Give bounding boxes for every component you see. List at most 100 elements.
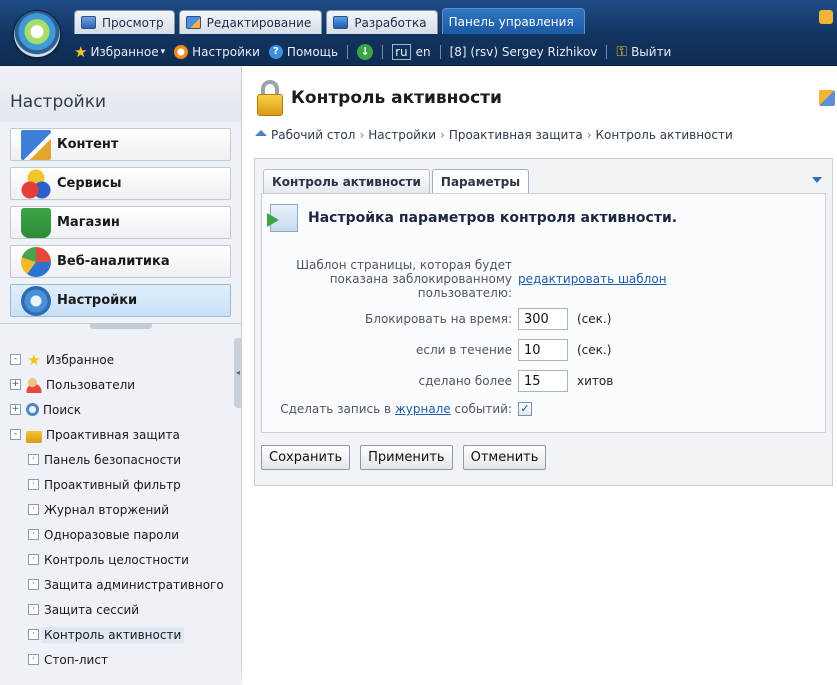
menu-content-label: Контент [57,137,119,152]
menu-shop-label: Магазин [57,215,120,230]
block-time-label: Блокировать на время: [365,312,512,326]
star-icon: ★ [74,42,88,61]
tree-item-session-protection[interactable]: · Защита сессий [10,597,241,622]
expand-icon[interactable]: + [10,379,21,390]
favorites-menu[interactable]: ★ Избранное ▾ [74,42,166,61]
log-label-post: событий: [454,402,512,416]
plug-icon[interactable] [819,10,833,24]
page-settings-icon[interactable] [819,90,835,106]
breadcrumb-proactive-protection[interactable]: Проактивная защита [449,128,583,142]
menu-analytics[interactable]: Веб-аналитика [10,245,231,278]
breadcrumb-separator: › [440,128,445,142]
logout-link[interactable]: ⚿ Выйти [616,44,671,60]
tab-edit-label: Редактирование [206,15,312,30]
breadcrumb: Рабочий стол › Настройки › Проактивная з… [255,128,733,142]
page-header: Контроль активности [257,80,502,116]
cancel-button[interactable]: Отменить [462,445,547,470]
leaf-icon: · [28,529,39,540]
user-name: [8] (rsv) Sergey Rizhikov [449,45,598,59]
collapse-icon[interactable]: - [10,354,21,365]
menu-shop[interactable]: Магазин [10,206,231,239]
tab-development[interactable]: Разработка [326,10,438,34]
tree-item-proactive-protection[interactable]: - Проактивная защита [10,422,241,447]
tree-item-activity-control[interactable]: · Контроль активности [10,622,241,647]
within-label: если в течение [415,343,512,357]
log-checkbox[interactable]: ✓ [518,402,532,416]
star-icon: ★ [27,350,41,369]
tree-item-intrusion-log[interactable]: · Журнал вторжений [10,497,241,522]
tree-item-security-panel[interactable]: · Панель безопасности [10,447,241,472]
tree-item-label: Панель безопасности [44,452,182,467]
logout-label: Выйти [631,45,672,59]
within-input[interactable] [518,339,568,361]
services-icon [21,168,51,199]
tab-parameters[interactable]: Параметры [431,169,530,194]
splitter-grip[interactable] [90,323,152,329]
tab-development-label: Разработка [354,15,427,30]
hits-label: сделано более [418,374,512,388]
tab-control-panel[interactable]: Панель управления [85,8,585,113]
menu-settings[interactable]: Настройки [10,284,231,317]
search-icon [26,403,39,416]
page-title: Контроль активности [291,88,502,108]
section-title: Настройка параметров контроля активности… [308,210,678,226]
settings-link[interactable]: Настройки [174,45,260,59]
leaf-icon: · [28,479,39,490]
collapse-icon[interactable]: - [10,429,21,440]
tree-item-label: Пользователи [46,377,136,392]
block-time-input[interactable] [518,308,568,330]
tree-item-proactive-filter[interactable]: · Проактивный фильтр [10,472,241,497]
lang-en[interactable]: en [416,45,431,59]
panel-tabs: Контроль активности Параметры [263,169,531,194]
settings-tree: - ★ Избранное + Пользователи + Поиск - П… [0,337,241,672]
user-profile-link[interactable]: [8] (rsv) Sergey Rizhikov [450,45,598,59]
save-button[interactable]: Сохранить [261,445,351,470]
lang-ru[interactable]: ru [392,44,411,60]
users-icon [26,376,42,393]
chevron-down-icon: ▾ [160,47,166,57]
tab-edit[interactable]: Редактирование [178,10,323,34]
sidebar-collapse-handle[interactable]: ◂ [234,338,242,408]
development-icon [333,16,349,29]
tree-item-one-time-passwords[interactable]: · Одноразовые пароли [10,522,241,547]
help-link[interactable]: ? Помощь [268,45,338,59]
gear-icon [174,45,189,59]
settings-panel: Контроль активности Параметры Настройка … [254,158,833,486]
tab-view[interactable]: Просмотр [74,10,175,34]
panel-collapse-icon[interactable] [812,177,822,183]
app-logo[interactable] [14,11,60,57]
edit-template-link[interactable]: редактировать шаблон [518,272,667,286]
expand-icon[interactable]: + [10,404,21,415]
breadcrumb-desktop[interactable]: Рабочий стол [271,128,355,142]
log-row: Сделать запись в журнале событий: ✓ [262,402,827,416]
breadcrumb-settings[interactable]: Настройки [368,128,436,142]
sidebar-splitter[interactable] [0,323,241,335]
log-label: Сделать запись в журнале событий: [262,402,518,416]
event-log-link[interactable]: журнале [395,402,451,416]
hits-input[interactable] [518,370,568,392]
tree-item-favorites[interactable]: - ★ Избранное [10,347,241,372]
block-time-unit: (сек.) [577,312,612,326]
menu-content[interactable]: Контент [10,128,231,161]
tree-item-label: Защита административного [44,577,224,592]
sidebar: Настройки Контент Сервисы Магазин Веб-ан… [0,66,242,685]
template-row: Шаблон страницы, которая будет показана … [262,258,827,300]
tree-item-integrity-control[interactable]: · Контроль целостности [10,547,241,572]
tree-item-search[interactable]: + Поиск [10,397,241,422]
menu-services[interactable]: Сервисы [10,167,231,200]
tab-control-panel-label: Панель управления [448,14,574,29]
sidebar-title: Настройки [0,66,241,122]
tree-item-admin-protection[interactable]: · Защита административного [10,572,241,597]
tab-view-label: Просмотр [102,15,164,30]
update-button[interactable]: ↓ [357,44,374,60]
apply-button[interactable]: Применить [360,445,453,470]
pie-chart-icon [21,246,51,277]
tab-activity-control[interactable]: Контроль активности [263,169,430,193]
tree-item-users[interactable]: + Пользователи [10,372,241,397]
monitor-icon [81,16,96,29]
within-unit: (сек.) [577,343,612,357]
leaf-icon: · [28,504,39,515]
admin-toolbar: ★ Избранное ▾ Настройки ? Помощь ↓ ru en… [74,42,680,62]
settings-label: Настройки [192,45,260,59]
sidebar-menu: Контент Сервисы Магазин Веб-аналитика На… [0,128,241,317]
